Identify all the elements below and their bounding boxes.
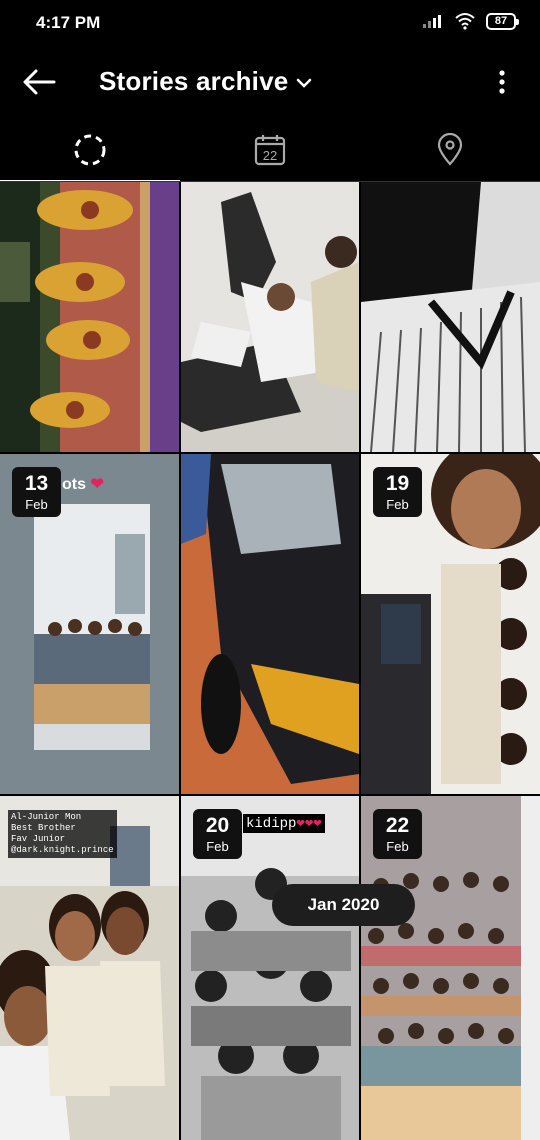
app-header: Stories archive — [0, 50, 540, 114]
battery-level: 87 — [494, 15, 508, 27]
calendar-icon: 22 — [254, 135, 286, 166]
date-day: 13 — [24, 471, 49, 495]
story-thumbnail[interactable]: Al-Junior Mon Best Brother Fav Junior @d… — [0, 796, 179, 1140]
date-month: Feb — [386, 838, 409, 854]
date-day: 19 — [385, 471, 410, 495]
story-thumbnail[interactable] — [0, 182, 179, 452]
status-time: 4:17 PM — [36, 13, 101, 32]
archive-tabs: 22 — [0, 118, 540, 182]
story-thumbnail[interactable]: 19 Feb — [361, 454, 540, 794]
story-caption: ots ❤ — [62, 474, 104, 494]
story-thumbnail[interactable] — [361, 182, 540, 452]
hearts-icon: ❤❤❤ — [296, 816, 322, 832]
story-thumbnail[interactable] — [181, 454, 359, 794]
tab-calendar[interactable]: 22 — [180, 118, 360, 182]
story-caption: Al-Junior Mon Best Brother Fav Junior @d… — [8, 810, 117, 858]
date-day: 22 — [385, 813, 410, 837]
battery-icon: 87 — [486, 12, 519, 30]
story-image — [181, 182, 359, 452]
more-vertical-icon — [499, 70, 505, 94]
back-arrow-icon — [23, 69, 56, 95]
story-thumbnail[interactable] — [181, 182, 359, 452]
signal-icon — [423, 15, 441, 28]
date-month: Feb — [206, 838, 229, 854]
tab-stories-grid[interactable] — [0, 118, 180, 182]
date-month: Feb — [25, 496, 48, 512]
back-button[interactable] — [20, 64, 60, 100]
status-bar: 4:17 PM 87 — [0, 0, 540, 46]
story-date-badge: 20 Feb — [193, 809, 242, 859]
page-title: Stories archive — [99, 66, 289, 96]
story-ring-icon — [74, 134, 106, 166]
story-image — [361, 182, 540, 452]
story-image — [0, 182, 179, 452]
story-caption-text: kidipp — [246, 816, 297, 832]
date-month: Feb — [386, 496, 409, 512]
more-options-button[interactable] — [492, 68, 512, 96]
calendar-day-label: 22 — [263, 148, 277, 163]
story-thumbnail[interactable]: 13 Feb ots ❤ — [0, 454, 179, 794]
month-scroll-indicator: Jan 2020 — [272, 884, 415, 926]
story-caption-text: ots — [62, 476, 86, 493]
wifi-icon — [455, 13, 475, 30]
story-thumbnail[interactable]: 22 Feb — [361, 796, 540, 1140]
location-pin-icon — [437, 133, 463, 166]
story-date-badge: 19 Feb — [373, 467, 422, 517]
chevron-down-icon — [297, 78, 312, 88]
archive-selector[interactable]: Stories archive — [99, 66, 312, 97]
date-day: 20 — [205, 813, 230, 837]
story-date-badge: 22 Feb — [373, 809, 422, 859]
story-caption: kidipp❤❤❤ — [243, 814, 325, 833]
heart-icon: ❤ — [90, 476, 104, 493]
story-image — [181, 454, 359, 794]
story-thumbnail[interactable]: 20 Feb kidipp❤❤❤ — [181, 796, 359, 1140]
story-date-badge: 13 Feb — [12, 467, 61, 517]
status-icons: 87 — [422, 12, 519, 30]
tab-map[interactable] — [360, 118, 540, 182]
stories-grid: 13 Feb ots ❤ 19 Feb Al-Junior Mon Best B… — [0, 182, 540, 1140]
